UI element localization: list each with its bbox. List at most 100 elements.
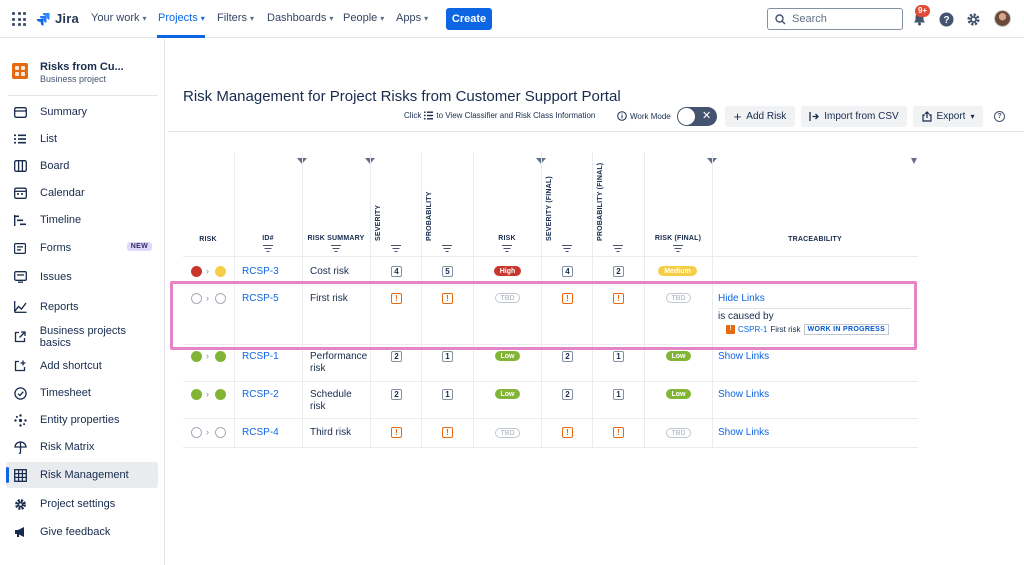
sidebar-item-summary[interactable]: Summary (6, 99, 158, 125)
probability-value[interactable]: 5 (442, 266, 453, 277)
create-button[interactable]: Create (446, 8, 492, 30)
filter-sort-icon[interactable] (562, 245, 572, 253)
sidebar-item-project-settings[interactable]: Project settings (6, 491, 158, 517)
risk-matrix-icon (13, 440, 27, 454)
sidebar-item-timeline[interactable]: Timeline (6, 207, 158, 233)
nav-dashboards[interactable]: Dashboards ▾ (267, 12, 333, 24)
sidebar-item-forms[interactable]: Forms NEW (6, 235, 158, 261)
sidebar-item-label: Timeline (40, 214, 82, 226)
help-circle-icon[interactable]: ? (994, 111, 1005, 122)
risk-id-link[interactable]: RCSP-3 (242, 266, 279, 277)
sidebar-item-label: Add shortcut (40, 360, 102, 372)
nav-filters[interactable]: Filters ▾ (217, 12, 254, 24)
severity-missing-warning[interactable]: ! (391, 427, 402, 438)
show-links-link[interactable]: Show Links (718, 389, 769, 400)
chevron-right-icon: › (206, 266, 209, 276)
nav-people[interactable]: People ▾ (343, 12, 384, 24)
header-probability-final[interactable]: PROBABILITY (FINAL) (597, 163, 604, 241)
header-severity-final[interactable]: SEVERITY (FINAL) (546, 176, 553, 241)
show-links-link[interactable]: Show Links (718, 351, 769, 362)
settings-gear-icon[interactable] (965, 11, 981, 27)
app-switcher-icon[interactable] (12, 12, 26, 26)
risk-id-link[interactable]: RCSP-1 (242, 351, 279, 362)
probability-value[interactable]: 1 (442, 389, 453, 400)
nav-label: Apps (396, 12, 422, 24)
sidebar-item-give-feedback[interactable]: Give feedback (6, 519, 158, 545)
severity-value[interactable]: 4 (391, 266, 402, 277)
probability-value[interactable]: 1 (442, 351, 453, 362)
sidebar-item-calendar[interactable]: Calendar (6, 180, 158, 206)
nav-apps[interactable]: Apps ▾ (396, 12, 428, 24)
hint-prefix: Click (404, 111, 422, 120)
nav-label: People (343, 12, 378, 24)
external-link-icon (13, 330, 27, 344)
probability-final-value[interactable]: 2 (613, 266, 624, 277)
probability-final-missing-warning[interactable]: ! (613, 427, 624, 438)
severity-final-value[interactable]: 2 (562, 351, 573, 362)
search-icon (775, 13, 786, 24)
timesheet-icon (13, 386, 27, 400)
sidebar-item-risk-management[interactable]: Risk Management (6, 462, 158, 488)
filter-sort-icon[interactable] (442, 245, 452, 253)
nav-your-work[interactable]: Your work ▾ (91, 12, 147, 24)
nav-projects[interactable]: Projects ▾ (158, 12, 205, 24)
sidebar-item-issues[interactable]: Issues (6, 264, 158, 290)
header-risk: RISK (199, 236, 217, 243)
severity-value[interactable]: 2 (391, 389, 402, 400)
sidebar-item-label: Timesheet (40, 387, 91, 399)
header-risk-final[interactable]: RISK (FINAL) (647, 235, 709, 242)
probability-final-value[interactable]: 1 (613, 389, 624, 400)
add-shortcut-icon (13, 359, 27, 373)
sidebar-item-business-projects-basics[interactable]: Business projects basics (6, 324, 158, 350)
search-box[interactable] (767, 8, 903, 30)
filter-sort-icon[interactable] (673, 245, 683, 253)
header-severity[interactable]: SEVERITY (375, 205, 382, 241)
filter-sort-icon[interactable] (263, 245, 273, 253)
filter-sort-icon[interactable] (331, 245, 341, 253)
sidebar-item-reports[interactable]: Reports (6, 294, 158, 320)
column-collapse-triangle-icon[interactable] (911, 158, 917, 164)
risk-final-badge: TBD (666, 428, 691, 438)
filter-sort-icon[interactable] (391, 245, 401, 253)
severity-final-value[interactable]: 2 (562, 389, 573, 400)
jira-logo-icon (36, 12, 50, 26)
risk-level-badge: TBD (495, 428, 520, 438)
chevron-right-icon: › (206, 351, 209, 361)
search-input[interactable] (792, 13, 892, 25)
show-links-link[interactable]: Show Links (718, 427, 769, 438)
probability-final-value[interactable]: 1 (613, 351, 624, 362)
sidebar-item-entity-properties[interactable]: Entity properties (6, 407, 158, 433)
sidebar-item-timesheet[interactable]: Timesheet (6, 380, 158, 406)
sidebar-item-label: Issues (40, 271, 72, 283)
import-csv-button[interactable]: Import from CSV (801, 106, 907, 127)
filter-sort-icon[interactable] (613, 245, 623, 253)
sidebar-item-board[interactable]: Board (6, 153, 158, 179)
header-probability[interactable]: PROBABILITY (426, 191, 433, 241)
sidebar-item-list[interactable]: List (6, 126, 158, 152)
export-button[interactable]: Export ▾ (913, 106, 983, 127)
work-mode-toggle[interactable]: ✕ (677, 107, 717, 126)
sidebar-item-label: Give feedback (40, 526, 111, 538)
filter-sort-icon[interactable] (502, 245, 512, 253)
header-risk-summary[interactable]: RISK SUMMARY (303, 235, 369, 242)
severity-value[interactable]: 2 (391, 351, 402, 362)
sidebar-item-risk-matrix[interactable]: Risk Matrix (6, 434, 158, 460)
risk-id-link[interactable]: RCSP-2 (242, 389, 279, 400)
risk-id-link[interactable]: RCSP-4 (242, 427, 279, 438)
chevron-down-icon: ▾ (329, 13, 334, 23)
sidebar-item-label: Risk Matrix (40, 441, 95, 453)
header-risk-calculated[interactable]: RISK (490, 235, 524, 242)
help-icon[interactable]: ? (938, 11, 954, 27)
risk-final-badge: Low (666, 389, 691, 399)
severity-final-value[interactable]: 4 (562, 266, 573, 277)
final-risk-indicator-dot (215, 427, 226, 438)
sidebar-item-label: Summary (40, 106, 88, 118)
jira-logo[interactable]: Jira (36, 11, 79, 26)
project-name[interactable]: Risks from Cu... (40, 61, 124, 73)
header-id[interactable]: ID# (250, 235, 286, 242)
probability-missing-warning[interactable]: ! (442, 427, 453, 438)
severity-final-missing-warning[interactable]: ! (562, 427, 573, 438)
user-avatar[interactable] (994, 10, 1011, 27)
sidebar-item-add-shortcut[interactable]: Add shortcut (6, 353, 158, 379)
add-risk-button[interactable]: + Add Risk (725, 106, 795, 127)
